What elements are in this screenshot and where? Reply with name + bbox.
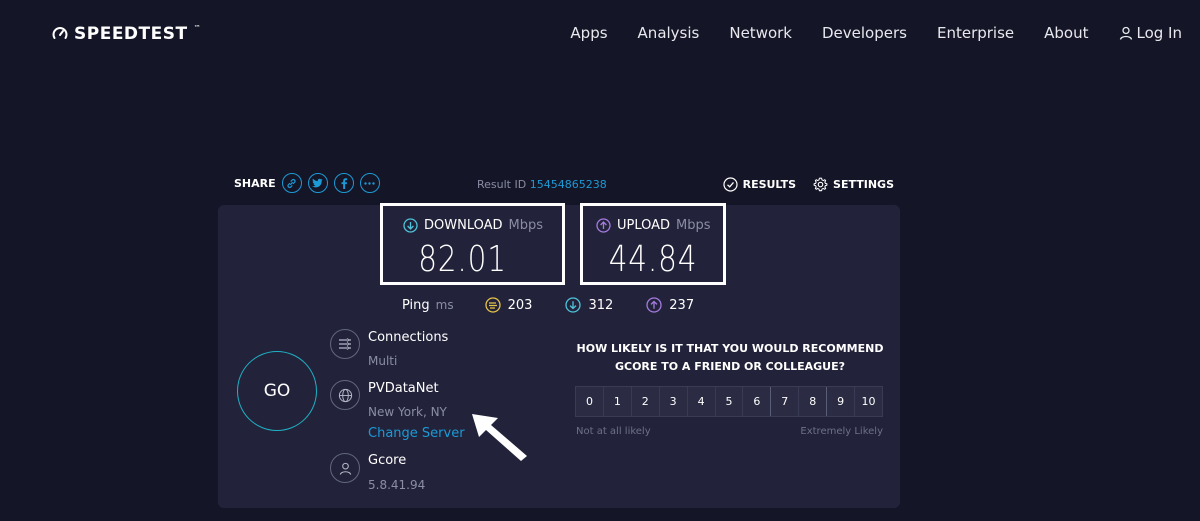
top-header: SPEEDTEST ™ Apps Analysis Network Develop… (0, 0, 1200, 70)
ping-download: 312 (565, 297, 613, 313)
scale-option-8[interactable]: 8 (799, 387, 828, 416)
result-id: Result ID 15454865238 (477, 178, 607, 191)
share-twitter-button[interactable] (307, 173, 328, 193)
trademark-mark: ™ (193, 24, 201, 32)
person-icon (339, 462, 351, 475)
gauge-icon (52, 27, 68, 39)
scale-option-3[interactable]: 3 (660, 387, 688, 416)
download-latency-icon (565, 297, 582, 313)
result-actions: RESULTS SETTINGS (722, 177, 894, 192)
download-arrow-icon (403, 218, 418, 233)
download-result: DOWNLOAD Mbps 82.01 (380, 203, 565, 285)
ping-download-value: 312 (588, 297, 614, 313)
check-circle-icon (722, 177, 738, 192)
survey-question-line-1: HOW LIKELY IS IT THAT YOU WOULD RECOMMEN… (576, 342, 884, 355)
nav-about[interactable]: About (1044, 24, 1088, 42)
share-facebook-button[interactable] (333, 173, 354, 193)
scale-option-7[interactable]: 7 (771, 387, 800, 416)
login-link[interactable]: Log In (1119, 24, 1183, 42)
idle-latency-icon (484, 297, 501, 313)
scale-option-1[interactable]: 1 (604, 387, 632, 416)
download-unit: Mbps (508, 218, 544, 233)
annotation-arrow-icon (472, 414, 527, 461)
scale-option-9[interactable]: 9 (827, 387, 856, 416)
nav-enterprise[interactable]: Enterprise (937, 24, 1014, 42)
scale-option-10[interactable]: 10 (855, 387, 882, 416)
share-link-button[interactable] (281, 173, 302, 193)
connections-button[interactable] (330, 329, 360, 359)
more-icon (364, 181, 375, 185)
connections-icon (339, 338, 351, 350)
main-nav: Apps Analysis Network Developers Enterpr… (540, 24, 1182, 42)
nav-network[interactable]: Network (729, 24, 792, 42)
facebook-icon (341, 177, 347, 189)
upload-label: UPLOAD (617, 218, 671, 233)
share-more-button[interactable] (359, 173, 380, 193)
recommend-scale: 0 1 2 3 4 5 6 7 8 9 10 (575, 386, 883, 417)
scale-option-2[interactable]: 2 (632, 387, 660, 416)
link-icon (287, 178, 296, 188)
host-location: New York, NY (368, 405, 447, 419)
survey-question-line-2: GCORE TO A FRIEND OR COLLEAGUE? (614, 360, 846, 373)
nav-developers[interactable]: Developers (822, 24, 907, 42)
twitter-icon (312, 178, 323, 188)
user-icon (1119, 26, 1132, 40)
host-icon-wrap (330, 380, 360, 410)
nav-analysis[interactable]: Analysis (638, 24, 700, 42)
results-button[interactable]: RESULTS (722, 177, 797, 192)
upload-header: UPLOAD Mbps (596, 218, 711, 233)
download-label: DOWNLOAD (424, 218, 503, 233)
scale-high-label: Extremely Likely (800, 426, 883, 437)
scale-option-0[interactable]: 0 (576, 387, 604, 416)
scale-low-label: Not at all likely (576, 426, 651, 437)
share-label: SHARE (234, 176, 276, 190)
share-bar: SHARE (234, 173, 386, 193)
host-name: PVDataNet (368, 381, 439, 396)
logo-text: SPEEDTEST (74, 24, 188, 44)
ping-label: Ping (402, 297, 430, 313)
ping-idle: 203 (484, 297, 533, 313)
upload-latency-icon (646, 297, 662, 313)
provider-icon-wrap (330, 453, 360, 483)
ping-unit: ms (435, 298, 454, 312)
results-label: RESULTS (742, 178, 797, 191)
ping-row: Ping ms 203 312 237 (402, 297, 727, 313)
login-label: Log In (1136, 24, 1183, 42)
ping-upload-value: 237 (669, 297, 695, 313)
provider-name: Gcore (368, 453, 407, 468)
nav-apps[interactable]: Apps (570, 24, 607, 42)
speedtest-logo[interactable]: SPEEDTEST ™ (52, 24, 201, 44)
download-header: DOWNLOAD Mbps (403, 218, 543, 233)
result-id-label: Result ID (477, 178, 527, 191)
globe-icon (338, 388, 352, 402)
scale-option-5[interactable]: 5 (716, 387, 744, 416)
settings-label: SETTINGS (833, 178, 894, 191)
upload-value: 44.84 (608, 239, 698, 280)
settings-button[interactable]: SETTINGS (813, 177, 894, 192)
connections-value: Multi (368, 354, 398, 368)
connections-title: Connections (368, 330, 449, 345)
survey-question: HOW LIKELY IS IT THAT YOU WOULD RECOMMEN… (575, 340, 885, 376)
upload-unit: Mbps (676, 218, 711, 233)
go-button[interactable]: GO (237, 351, 317, 431)
result-id-value[interactable]: 15454865238 (530, 178, 607, 191)
ping-upload: 237 (646, 297, 694, 313)
download-value: 82.01 (418, 239, 507, 280)
gear-icon (813, 177, 828, 192)
upload-arrow-icon (596, 218, 611, 233)
change-server-link[interactable]: Change Server (368, 426, 465, 441)
scale-option-6[interactable]: 6 (743, 387, 772, 416)
upload-result: UPLOAD Mbps 44.84 (580, 203, 726, 285)
ping-idle-value: 203 (507, 297, 533, 313)
scale-option-4[interactable]: 4 (688, 387, 716, 416)
provider-ip: 5.8.41.94 (368, 478, 426, 492)
